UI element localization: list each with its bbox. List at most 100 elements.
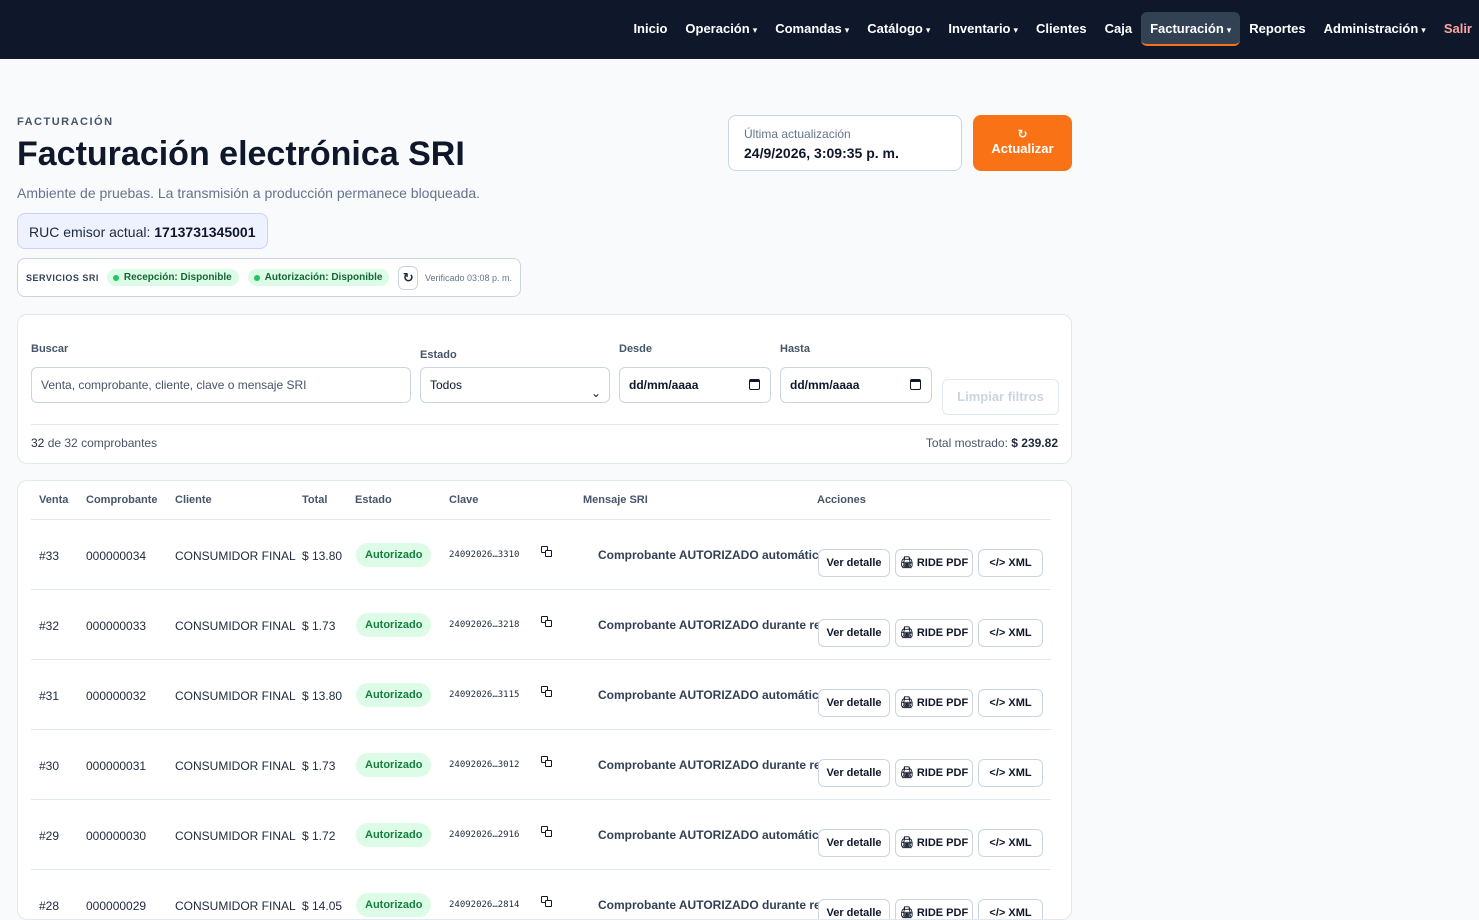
view-detail-button[interactable]: Ver detalle — [818, 829, 890, 857]
column-header-venta: Venta — [39, 494, 69, 506]
chevron-down-icon: ▾ — [1226, 25, 1232, 35]
top-navbar: Inicio Operación ▾ Comandas ▾ Catálogo ▾ Invent… — [0, 0, 1479, 59]
page-title: Facturación electrónica SRI — [17, 135, 465, 173]
view-detail-button[interactable]: Ver detalle — [818, 689, 890, 717]
status-dot-icon — [253, 274, 260, 281]
nav-item-5[interactable]: Clientes — [1027, 12, 1096, 46]
copy-icon[interactable] — [541, 616, 553, 628]
cell-total: $ 1.73 — [302, 759, 336, 773]
nav-item-1[interactable]: Operación ▾ — [676, 12, 766, 46]
cell-venta: #30 — [39, 759, 60, 773]
cell-cliente: CONSUMIDOR FINAL — [175, 689, 296, 703]
ruc-value: 1713731345001 — [154, 224, 256, 240]
ride-pdf-button[interactable]: 🖨 RIDE PDF — [895, 829, 973, 857]
nav-item-6[interactable]: Caja — [1096, 12, 1141, 46]
xml-button[interactable]: </> XML — [978, 549, 1043, 577]
cell-clave: 24092026…3115 — [449, 690, 520, 700]
ride-pdf-button[interactable]: 🖨 RIDE PDF — [895, 899, 973, 919]
copy-icon[interactable] — [541, 546, 553, 558]
status-badge: Autorizado — [356, 753, 432, 777]
calendar-icon[interactable] — [910, 379, 921, 390]
nav-item-2[interactable]: Comandas ▾ — [766, 12, 858, 46]
services-refresh-button[interactable]: ↻ — [398, 265, 418, 290]
cell-total: $ 14.05 — [302, 899, 343, 913]
column-header-estado: Estado — [355, 494, 392, 506]
view-detail-button[interactable]: Ver detalle — [818, 549, 890, 577]
chevron-down-icon: ▾ — [1013, 25, 1019, 35]
xml-button[interactable]: </> XML — [978, 619, 1043, 647]
cell-mensaje: Comprobante AUTORIZADO automáticamente — [598, 828, 820, 842]
to-date-label: Hasta — [780, 343, 810, 355]
cell-comprobante: 000000032 — [86, 689, 147, 703]
filters-divider — [31, 424, 1059, 425]
copy-icon[interactable] — [541, 686, 553, 698]
results-count: 32 de 32 comprobantes — [31, 436, 158, 450]
nav-item-7[interactable]: Facturación ▾ — [1141, 12, 1241, 46]
cell-mensaje: Comprobante AUTORIZADO durante reintento — [598, 758, 820, 772]
cell-comprobante: 000000031 — [86, 759, 147, 773]
ride-pdf-button[interactable]: 🖨 RIDE PDF — [895, 759, 973, 787]
services-title: SERVICIOS SRI — [26, 272, 99, 283]
nav-item-9[interactable]: Administración ▾ — [1315, 12, 1435, 46]
cell-venta: #31 — [39, 689, 60, 703]
sri-services-status: SERVICIOS SRI Recepción: Disponible Auto… — [17, 258, 521, 297]
ruc-label: RUC emisor actual: — [29, 224, 151, 240]
table-row: #28 000000029 CONSUMIDOR FINAL $ 14.05 Autor… — [31, 870, 1051, 919]
cell-clave: 24092026…2916 — [449, 830, 520, 840]
view-detail-button[interactable]: Ver detalle — [818, 619, 890, 647]
filters-card: Buscar Venta, comprobante, cliente, clav… — [17, 314, 1072, 464]
copy-icon[interactable] — [541, 826, 553, 838]
ride-pdf-button[interactable]: 🖨 RIDE PDF — [895, 549, 973, 577]
to-date-input[interactable]: dd/mm/aaaa — [780, 367, 932, 403]
xml-button[interactable]: </> XML — [978, 829, 1043, 857]
nav-item-3[interactable]: Catálogo ▾ — [858, 12, 939, 46]
chevron-down-icon: ▾ — [1421, 25, 1426, 35]
nav-item-10[interactable]: Salir — [1435, 12, 1479, 46]
table-row: #29 000000030 CONSUMIDOR FINAL $ 1.72 Autori… — [31, 800, 1051, 870]
clear-filters-button[interactable]: Limpiar filtros — [942, 379, 1059, 415]
status-label: Estado — [420, 349, 457, 361]
cell-total: $ 13.80 — [302, 549, 343, 563]
column-header-cliente: Cliente — [175, 494, 212, 506]
last-update-box: Última actualización 24/9/2026, 3:09:35 … — [728, 115, 962, 171]
status-select[interactable]: Todos ⌄ — [420, 367, 610, 403]
xml-button[interactable]: </> XML — [978, 689, 1043, 717]
from-date-input[interactable]: dd/mm/aaaa — [619, 367, 771, 403]
table-row: #30 000000031 CONSUMIDOR FINAL $ 1.73 Autori… — [31, 730, 1051, 800]
calendar-icon[interactable] — [749, 379, 760, 390]
table-row: #33 000000034 CONSUMIDOR FINAL $ 13.80 Autor… — [31, 520, 1051, 590]
cell-clave: 24092026…3310 — [449, 550, 520, 560]
status-badge: Autorizado — [356, 613, 432, 637]
ride-pdf-button[interactable]: 🖨 RIDE PDF — [895, 619, 973, 647]
xml-button[interactable]: </> XML — [978, 899, 1043, 919]
xml-button[interactable]: </> XML — [978, 759, 1043, 787]
authorization-status-badge: Autorización: Disponible — [247, 269, 390, 286]
last-update-value: 24/9/2026, 3:09:35 p. m. — [744, 145, 899, 161]
ride-pdf-button[interactable]: 🖨 RIDE PDF — [895, 689, 973, 717]
nav-item-0[interactable]: Inicio — [624, 12, 676, 46]
cell-mensaje: Comprobante AUTORIZADO durante reintento — [598, 898, 820, 912]
status-badge: Autorizado — [356, 823, 432, 847]
search-input[interactable]: Venta, comprobante, cliente, clave o men… — [31, 367, 411, 403]
copy-icon[interactable] — [541, 896, 553, 908]
cell-cliente: CONSUMIDOR FINAL — [175, 549, 296, 563]
cell-total: $ 1.72 — [302, 829, 336, 843]
view-detail-button[interactable]: Ver detalle — [818, 899, 890, 919]
column-header-comprobante: Comprobante — [86, 494, 158, 506]
services-verified-time: Verificado 03:08 p. m. — [424, 272, 512, 283]
ruc-badge: RUC emisor actual: 1713731345001 — [17, 213, 268, 249]
cell-comprobante: 000000033 — [86, 619, 147, 633]
cell-cliente: CONSUMIDOR FINAL — [175, 759, 296, 773]
copy-icon[interactable] — [541, 756, 553, 768]
column-header-total: Total — [302, 494, 328, 506]
refresh-button-label: Actualizar — [991, 141, 1054, 156]
refresh-icon: ↻ — [1017, 127, 1028, 141]
chevron-down-icon: ⌄ — [590, 386, 601, 400]
cell-clave: 24092026…3012 — [449, 760, 520, 770]
view-detail-button[interactable]: Ver detalle — [818, 759, 890, 787]
cell-clave: 24092026…2814 — [449, 900, 520, 910]
nav-item-4[interactable]: Inventario ▾ — [939, 12, 1027, 46]
cell-venta: #28 — [39, 899, 60, 913]
refresh-button[interactable]: ↻ Actualizar — [973, 115, 1072, 171]
nav-item-8[interactable]: Reportes — [1240, 12, 1314, 46]
